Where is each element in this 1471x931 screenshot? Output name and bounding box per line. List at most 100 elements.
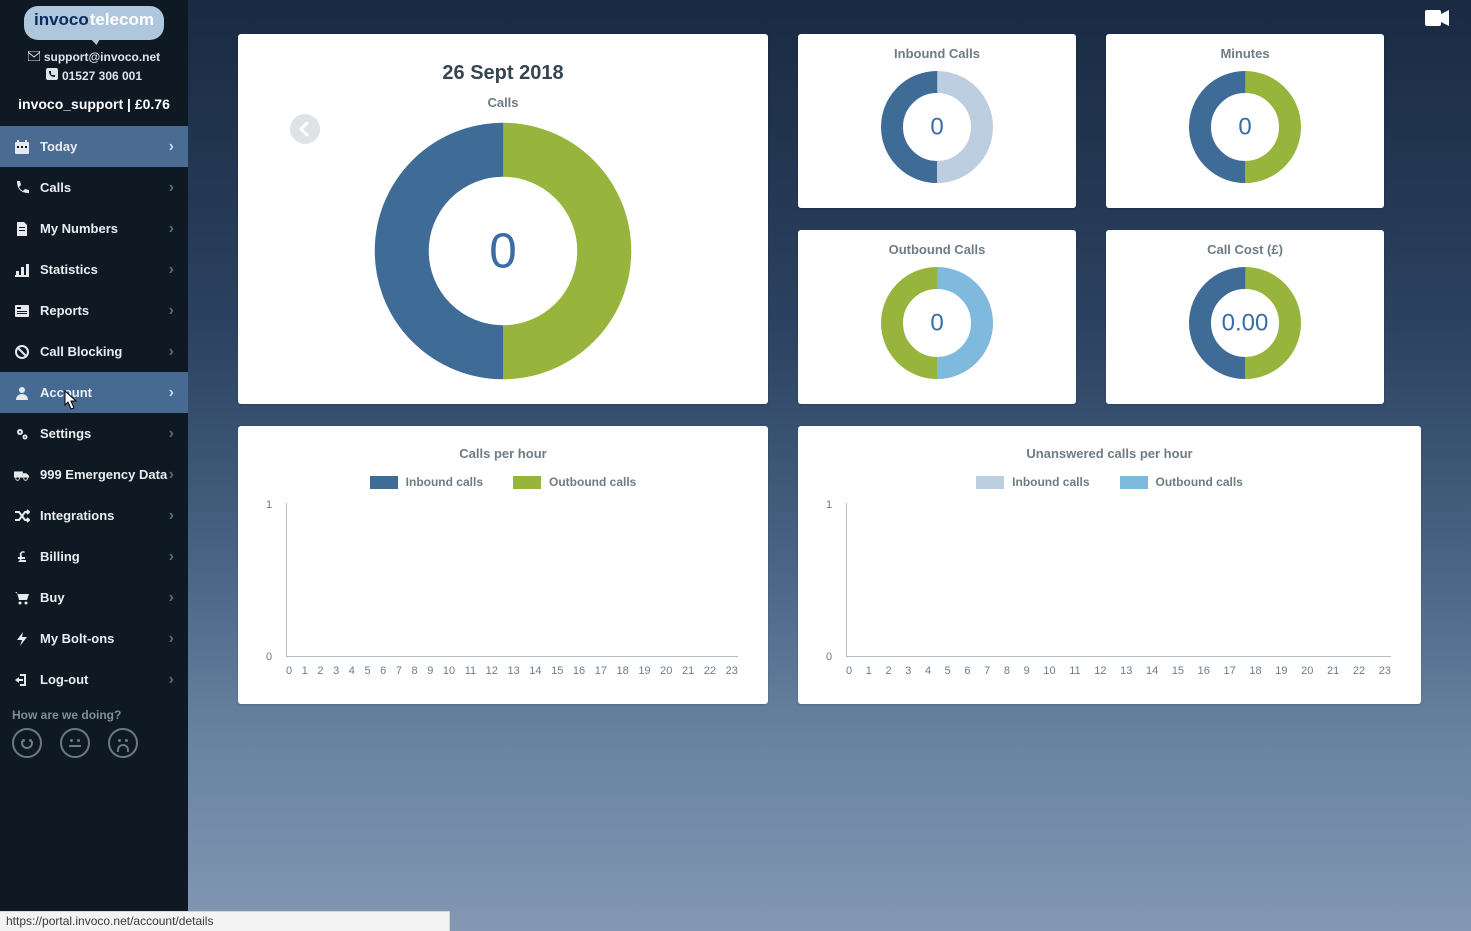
- report-icon: [14, 303, 30, 319]
- ytick-bottom: 0: [826, 651, 832, 663]
- xtick: 10: [443, 665, 455, 677]
- card-calls-per-hour: Calls per hour Inbound calls Outbound cal…: [238, 426, 768, 704]
- smiley-sad[interactable]: [108, 728, 138, 758]
- legend-swatch: [370, 476, 398, 489]
- xtick: 3: [905, 665, 911, 677]
- nav-item-statistics[interactable]: Statistics›: [0, 249, 188, 290]
- truck-icon: [14, 467, 30, 483]
- nav-item-999-emergency-data[interactable]: 999 Emergency Data›: [0, 454, 188, 495]
- xtick: 6: [380, 665, 386, 677]
- nav-label: Integrations: [40, 508, 114, 523]
- cart-icon: [14, 590, 30, 606]
- card-calls-subtitle: Calls: [238, 95, 768, 110]
- xtick: 13: [507, 665, 519, 677]
- logo-text-2: telecom: [90, 10, 154, 30]
- xtick: 18: [617, 665, 629, 677]
- xtick: 0: [846, 665, 852, 677]
- sidebar: invoco telecom support@invoco.net 01527 …: [0, 0, 188, 931]
- nav-item-settings[interactable]: Settings›: [0, 413, 188, 454]
- xtick: 3: [333, 665, 339, 677]
- xtick: 20: [660, 665, 672, 677]
- shuffle-icon: [14, 508, 30, 524]
- contact-phone-row[interactable]: 01527 306 001: [0, 67, 188, 86]
- ytick-bottom: 0: [266, 651, 272, 663]
- ytick-top: 1: [266, 499, 272, 511]
- chevron-right-icon: ›: [169, 179, 174, 197]
- legend-item: Inbound calls: [976, 475, 1089, 489]
- legend-label: Inbound calls: [406, 475, 483, 489]
- legend-label: Outbound calls: [1156, 475, 1243, 489]
- legend-label: Inbound calls: [1012, 475, 1089, 489]
- donut-calls-value: 0: [489, 224, 517, 279]
- feedback-label: How are we doing?: [0, 700, 188, 728]
- unanswered-legend: Inbound calls Outbound calls: [798, 475, 1421, 489]
- chevron-right-icon: ›: [169, 671, 174, 689]
- nav-item-buy[interactable]: Buy›: [0, 577, 188, 618]
- xtick: 10: [1043, 665, 1055, 677]
- xtick: 19: [1275, 665, 1287, 677]
- nav-item-account[interactable]: Account ›: [0, 372, 188, 413]
- donut-small-value: 0: [930, 310, 943, 337]
- donut-small: 0: [1185, 67, 1305, 187]
- pound-icon: [14, 549, 30, 565]
- small-card-title: Inbound Calls: [798, 46, 1076, 61]
- xtick: 21: [1327, 665, 1339, 677]
- xtick: 18: [1249, 665, 1261, 677]
- chevron-right-icon: ›: [169, 220, 174, 238]
- nav-item-reports[interactable]: Reports›: [0, 290, 188, 331]
- legend-swatch: [513, 476, 541, 489]
- xtick: 17: [595, 665, 607, 677]
- chevron-right-icon: ›: [169, 548, 174, 566]
- nav-label: My Bolt-ons: [40, 631, 114, 646]
- chevron-right-icon: ›: [169, 384, 174, 402]
- donut-small-value: 0: [1238, 114, 1251, 141]
- user-balance-line: invoco_support | £0.76: [0, 96, 188, 112]
- donut-small: 0: [877, 263, 997, 383]
- chevron-right-icon: ›: [169, 302, 174, 320]
- smiley-happy[interactable]: [12, 728, 42, 758]
- nav-item-integrations[interactable]: Integrations›: [0, 495, 188, 536]
- nav-item-my-numbers[interactable]: My Numbers›: [0, 208, 188, 249]
- legend-label: Outbound calls: [549, 475, 636, 489]
- nav-item-today[interactable]: Today›: [0, 126, 188, 167]
- logo[interactable]: invoco telecom: [0, 0, 188, 42]
- xtick: 9: [1024, 665, 1030, 677]
- xtick: 22: [704, 665, 716, 677]
- feedback-smileys: [0, 728, 188, 770]
- xtick: 11: [1069, 665, 1080, 677]
- xtick: 17: [1224, 665, 1236, 677]
- previous-day-button[interactable]: [290, 114, 320, 144]
- calls-per-hour-title: Calls per hour: [238, 446, 768, 461]
- xtick: 22: [1353, 665, 1365, 677]
- nav-item-log-out[interactable]: Log-out›: [0, 659, 188, 700]
- xtick: 4: [349, 665, 355, 677]
- donut-small-value: 0: [930, 114, 943, 141]
- card-call-cost-: Call Cost (£)0.00: [1106, 230, 1384, 404]
- nav-item-calls[interactable]: Calls›: [0, 167, 188, 208]
- chevron-right-icon: ›: [169, 589, 174, 607]
- xtick: 20: [1301, 665, 1313, 677]
- card-minutes: Minutes 0: [1106, 34, 1384, 208]
- logout-icon: [14, 672, 30, 688]
- chevron-right-icon: ›: [169, 261, 174, 279]
- contact-email-row[interactable]: support@invoco.net: [0, 48, 188, 67]
- xtick: 11: [465, 665, 476, 677]
- xtick: 15: [1172, 665, 1184, 677]
- block-icon: [14, 344, 30, 360]
- phone-icon: [14, 180, 30, 196]
- status-url: https://portal.invoco.net/account/detail…: [0, 911, 450, 931]
- legend-item: Outbound calls: [1120, 475, 1243, 489]
- chevron-right-icon: ›: [169, 466, 174, 484]
- xtick: 23: [1379, 665, 1391, 677]
- nav-item-billing[interactable]: Billing›: [0, 536, 188, 577]
- xtick: 19: [638, 665, 650, 677]
- contact-email: support@invoco.net: [44, 48, 160, 67]
- xtick: 14: [529, 665, 541, 677]
- nav-item-my-bolt-ons[interactable]: My Bolt-ons›: [0, 618, 188, 659]
- small-card-title: Minutes: [1106, 46, 1384, 61]
- nav-label: Account: [40, 385, 92, 400]
- xtick: 6: [964, 665, 970, 677]
- card-inbound-calls: Inbound Calls 0: [798, 34, 1076, 208]
- nav-item-call-blocking[interactable]: Call Blocking›: [0, 331, 188, 372]
- smiley-neutral[interactable]: [60, 728, 90, 758]
